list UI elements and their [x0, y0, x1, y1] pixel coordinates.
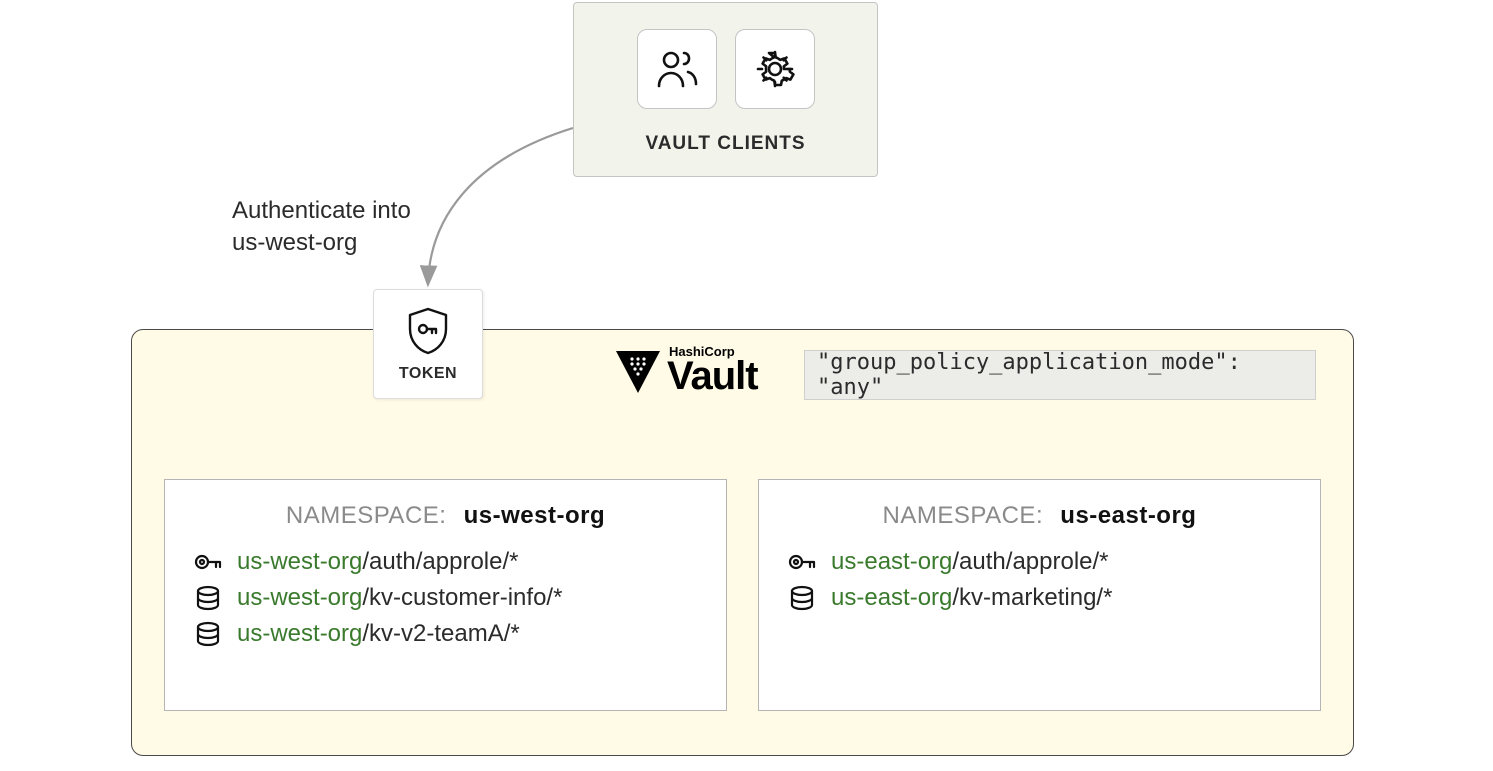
path-row: us-west-org/auth/approle/* [193, 548, 698, 576]
key-icon [787, 548, 817, 576]
namespace-east-box: NAMESPACE: us-east-org us-east-org/auth/… [758, 479, 1321, 711]
path-prefix: us-west-org [237, 620, 362, 647]
key-icon [193, 548, 223, 576]
auth-line2: us-west-org [232, 229, 357, 256]
database-icon [193, 584, 223, 612]
auth-line1: Authenticate into [232, 197, 411, 224]
token-label: TOKEN [399, 365, 457, 383]
database-icon [193, 620, 223, 648]
path-prefix: us-west-org [237, 584, 362, 611]
user-icon [637, 29, 717, 109]
vault-triangle-icon [614, 347, 662, 395]
main-container: HashiCorp Vault "group_policy_applicatio… [131, 329, 1354, 756]
shield-icon [404, 305, 452, 357]
namespace-east-name: us-east-org [1060, 502, 1196, 529]
namespace-label: NAMESPACE: [883, 502, 1044, 529]
policy-setting-text: "group_policy_application_mode": "any" [817, 350, 1315, 400]
namespace-west-name: us-west-org [464, 502, 606, 529]
path-suffix: /kv-customer-info/* [362, 584, 562, 611]
path-row: us-east-org/kv-marketing/* [787, 584, 1292, 612]
path-prefix: us-west-org [237, 548, 362, 575]
vault-clients-label: VAULT CLIENTS [645, 133, 805, 155]
policy-setting-box: "group_policy_application_mode": "any" [804, 350, 1316, 400]
token-box: TOKEN [373, 289, 483, 399]
vault-clients-box: VAULT CLIENTS [573, 2, 878, 177]
path-prefix: us-east-org [831, 584, 952, 611]
path-suffix: /kv-v2-teamA/* [362, 620, 519, 647]
vault-logo: HashiCorp Vault [614, 345, 758, 396]
path-row: us-west-org/kv-customer-info/* [193, 584, 698, 612]
path-suffix: /auth/approle/* [362, 548, 518, 575]
path-suffix: /auth/approle/* [952, 548, 1108, 575]
gear-icon [735, 29, 815, 109]
vault-label: Vault [667, 356, 758, 396]
namespace-west-box: NAMESPACE: us-west-org us-west-org/auth/… [164, 479, 727, 711]
path-prefix: us-east-org [831, 548, 952, 575]
database-icon [787, 584, 817, 612]
namespace-label: NAMESPACE: [286, 502, 447, 529]
authenticate-text: Authenticate into us-west-org [232, 195, 411, 260]
path-row: us-west-org/kv-v2-teamA/* [193, 620, 698, 648]
path-suffix: /kv-marketing/* [952, 584, 1112, 611]
path-row: us-east-org/auth/approle/* [787, 548, 1292, 576]
